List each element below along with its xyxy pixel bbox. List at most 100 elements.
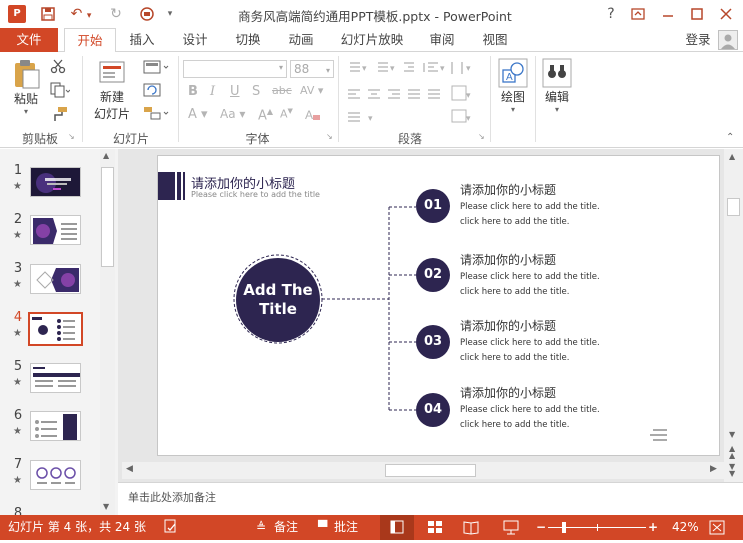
underline-icon[interactable]: U [230, 84, 240, 99]
redo-icon[interactable]: ↻ [106, 4, 126, 24]
tab-animations[interactable]: 动画 [281, 28, 321, 52]
notes-pane[interactable]: 单击此处添加备注 [118, 482, 743, 515]
previous-slide-icon[interactable]: ▲ ▲ [729, 445, 735, 460]
slide-thumbnail-7[interactable] [30, 460, 81, 490]
paste-button[interactable]: 粘贴 ▾ [10, 58, 42, 118]
notes-toggle-label[interactable]: 备注 [274, 519, 298, 536]
drawing-button[interactable]: A 绘图 ▾ [495, 58, 531, 124]
zoom-slider-thumb[interactable] [562, 522, 566, 533]
minimize-icon[interactable] [655, 3, 681, 25]
scroll-right-icon[interactable]: ▶ [710, 464, 717, 474]
scroll-down-icon[interactable]: ▼ [103, 502, 109, 511]
editing-button[interactable]: 编辑 ▾ [540, 58, 574, 124]
item-desc-line2[interactable]: click here to add the title. [460, 287, 569, 297]
item-title[interactable]: 请添加你的小标题 [460, 251, 556, 268]
shadow-icon[interactable]: S [252, 84, 260, 99]
item-title[interactable]: 请添加你的小标题 [460, 384, 556, 401]
strikethrough-icon[interactable]: abc [272, 84, 292, 97]
section-icon[interactable] [143, 106, 171, 122]
slide-horizontal-scrollbar[interactable]: ◀ ▶ [122, 462, 724, 479]
paste-label: 粘贴 [13, 92, 38, 106]
help-icon[interactable]: ? [598, 3, 624, 25]
decrease-font-icon[interactable]: A▼ [280, 107, 293, 121]
collapse-ribbon-icon[interactable]: ⌃ [726, 132, 734, 143]
slide-thumbnail-3[interactable] [30, 264, 81, 294]
tab-review[interactable]: 审阅 [422, 28, 462, 52]
slide-thumbnail-4[interactable] [28, 312, 83, 346]
new-slide-button[interactable]: 新建 幻灯片 [90, 58, 134, 124]
tab-slideshow[interactable]: 幻灯片放映 [336, 28, 408, 52]
tab-insert[interactable]: 插入 [122, 28, 162, 52]
font-size-combo[interactable]: 88 ▾ [290, 60, 334, 78]
maximize-icon[interactable] [684, 3, 710, 25]
tab-home[interactable]: 开始 [64, 28, 116, 53]
zoom-in-icon[interactable]: + [648, 519, 658, 536]
tab-transitions[interactable]: 切换 [228, 28, 268, 52]
slide-sorter-button[interactable] [420, 515, 450, 540]
scroll-thumb[interactable] [101, 167, 114, 267]
item-desc-line2[interactable]: click here to add the title. [460, 353, 569, 363]
tab-file[interactable]: 文件 [0, 28, 58, 52]
zoom-level[interactable]: 42% [672, 519, 699, 536]
reset-icon[interactable] [143, 83, 163, 99]
bold-icon[interactable]: B [188, 84, 198, 99]
clear-formatting-icon[interactable]: A [304, 107, 322, 123]
slideshow-button[interactable] [496, 515, 526, 540]
scroll-down-icon[interactable]: ▼ [729, 430, 735, 439]
customize-qat-icon[interactable]: ▾ [164, 4, 176, 24]
ribbon-display-options-icon[interactable] [625, 3, 651, 25]
tab-design[interactable]: 设计 [175, 28, 215, 52]
avatar[interactable] [718, 30, 738, 50]
close-icon[interactable] [713, 3, 739, 25]
next-slide-icon[interactable]: ▼ ▼ [729, 463, 735, 478]
format-painter-icon[interactable] [50, 106, 70, 124]
spell-check-icon[interactable] [164, 519, 178, 538]
scroll-thumb[interactable] [385, 464, 476, 477]
current-slide[interactable]: 请添加你的小标题 Please click here to add the ti… [157, 155, 720, 456]
clipboard-launcher-icon[interactable]: ↘ [68, 132, 75, 141]
item-desc-line1[interactable]: Please click here to add the title. [460, 202, 600, 212]
scroll-up-icon[interactable]: ▲ [103, 151, 109, 160]
item-title[interactable]: 请添加你的小标题 [460, 317, 556, 334]
copy-icon[interactable] [50, 82, 72, 100]
slide-thumbnail-5[interactable] [30, 363, 81, 393]
font-family-combo[interactable]: ▾ [183, 60, 287, 78]
slide-thumbnail-6[interactable] [30, 411, 81, 441]
item-desc-line1[interactable]: Please click here to add the title. [460, 272, 600, 282]
item-desc-line1[interactable]: Please click here to add the title. [460, 338, 600, 348]
tab-view[interactable]: 视图 [475, 28, 515, 52]
italic-icon[interactable]: I [210, 84, 215, 99]
slide-thumbnail-2[interactable] [30, 215, 81, 245]
save-icon[interactable] [38, 4, 58, 24]
scroll-up-icon[interactable]: ▲ [729, 152, 735, 161]
slide-thumbnail-1[interactable] [30, 167, 81, 197]
cut-icon[interactable] [50, 58, 70, 76]
signin-link[interactable]: 登录 [682, 28, 714, 52]
normal-view-button[interactable] [380, 515, 414, 540]
fit-to-window-icon[interactable] [708, 519, 726, 536]
reading-view-button[interactable] [456, 515, 486, 540]
comments-toggle-label[interactable]: 批注 [334, 519, 358, 536]
zoom-out-icon[interactable]: − [536, 519, 546, 536]
start-from-beginning-icon[interactable] [136, 4, 158, 24]
item-desc-line2[interactable]: click here to add the title. [460, 420, 569, 430]
scroll-thumb[interactable] [727, 198, 740, 216]
char-spacing-icon[interactable]: AV ▾ [300, 84, 323, 97]
change-case-icon[interactable]: Aa ▾ [220, 107, 245, 121]
thumbnail-scrollbar[interactable]: ▲ ▼ [100, 149, 115, 515]
font-color-icon[interactable]: A ▾ [188, 107, 208, 122]
paragraph-launcher-icon[interactable]: ↘ [478, 132, 485, 141]
layout-icon[interactable] [143, 60, 171, 76]
item-desc-line2[interactable]: click here to add the title. [460, 217, 569, 227]
comments-icon[interactable]: ▀ [318, 519, 327, 536]
undo-icon[interactable]: ↶ ▾ [66, 4, 96, 24]
scroll-left-icon[interactable]: ◀ [126, 464, 133, 474]
font-launcher-icon[interactable]: ↘ [326, 132, 333, 141]
item-title[interactable]: 请添加你的小标题 [460, 181, 556, 198]
slide-vertical-scrollbar[interactable]: ▲ ▼ ▲ ▲ ▼ ▼ [724, 149, 743, 482]
notes-toggle-icon[interactable]: ≜ [256, 519, 266, 536]
center-title-circle[interactable]: Add The Title [236, 258, 320, 342]
paste-dropdown-icon[interactable]: ▾ [10, 107, 42, 116]
increase-font-icon[interactable]: A▲ [258, 107, 273, 123]
item-desc-line1[interactable]: Please click here to add the title. [460, 405, 600, 415]
